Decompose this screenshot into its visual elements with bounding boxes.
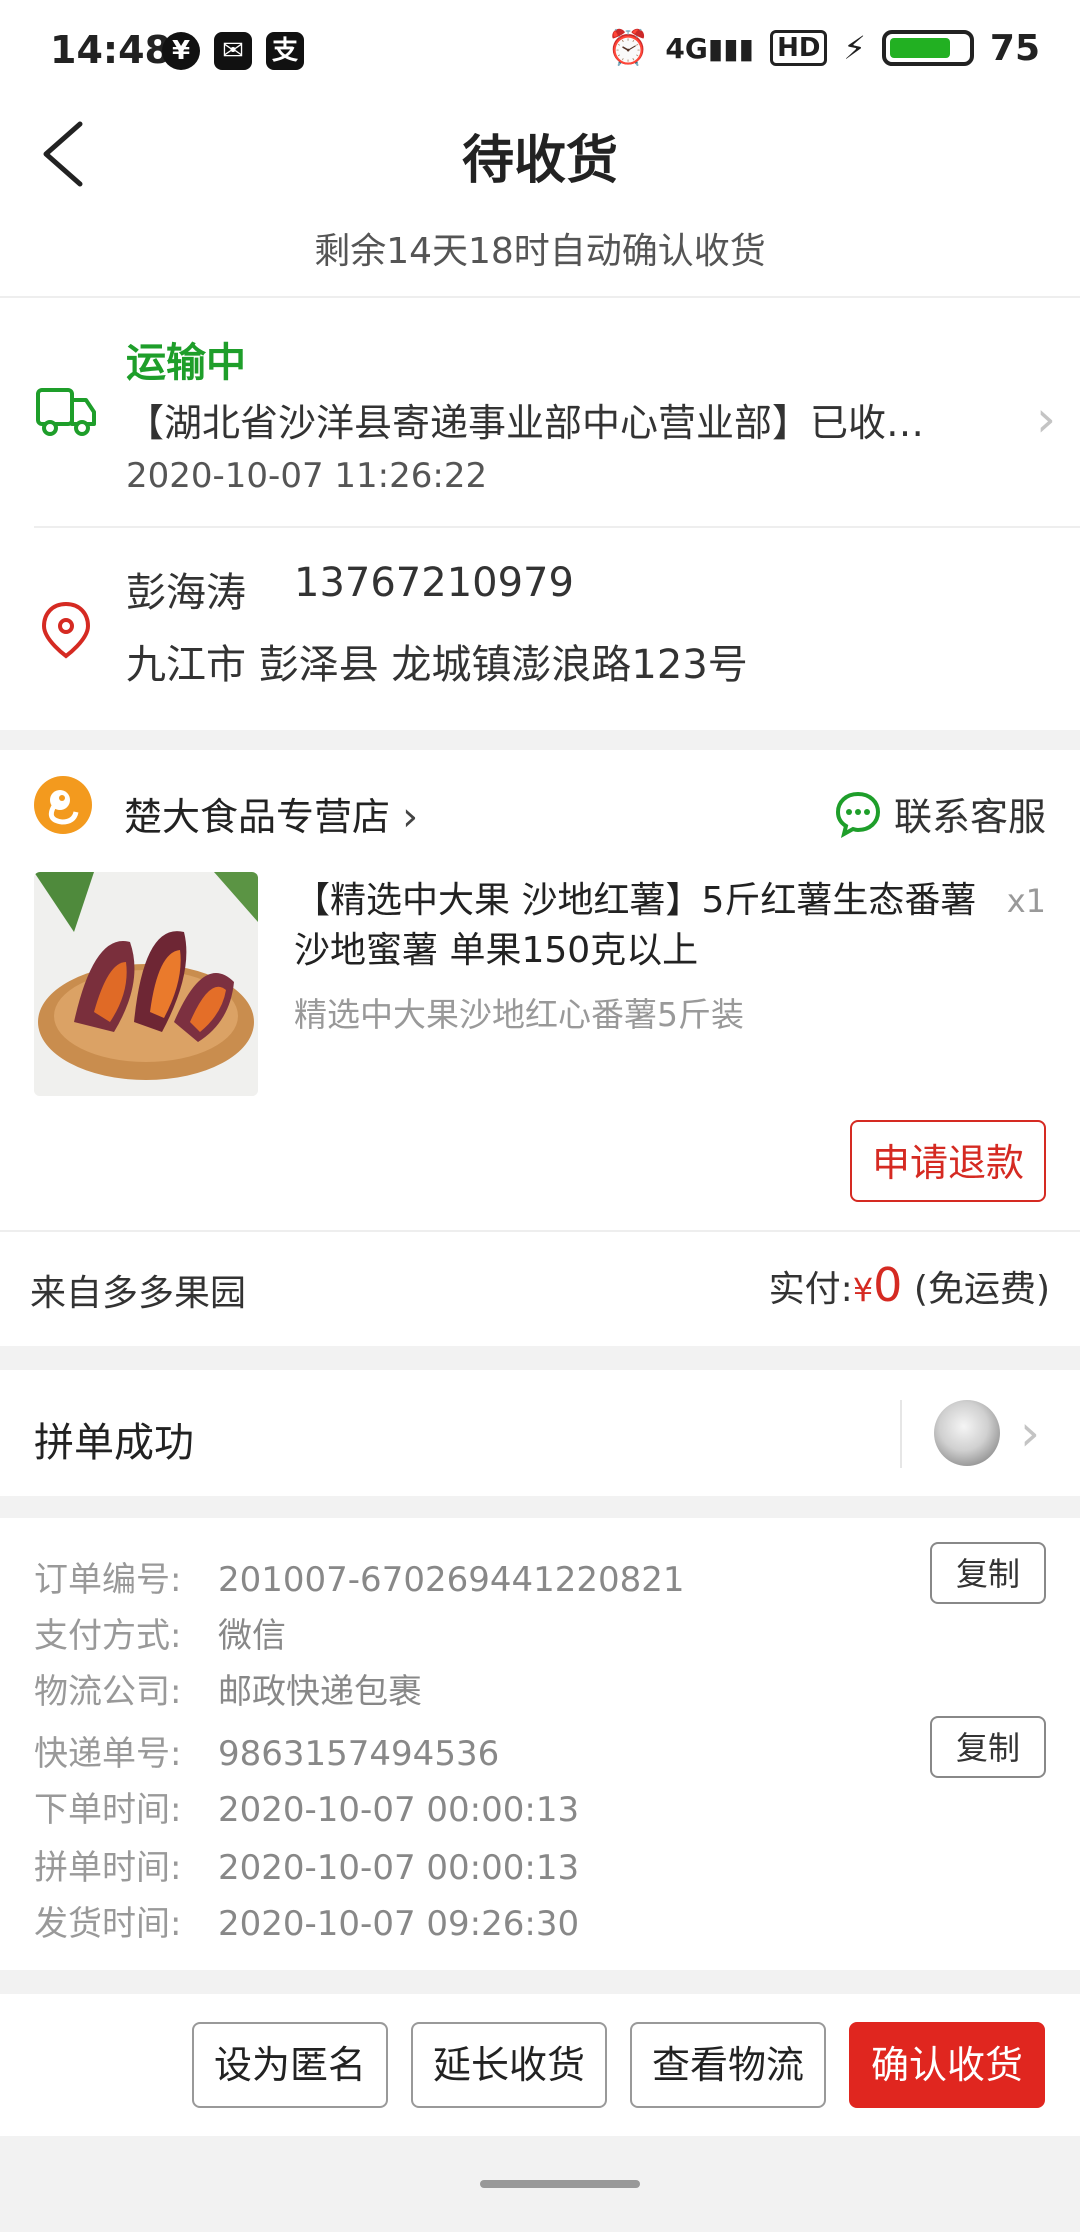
- detail-value: 2020-10-07 09:26:30: [218, 1904, 580, 1944]
- detail-value: 2020-10-07 00:00:13: [218, 1790, 580, 1830]
- set-anonymous-button[interactable]: 设为匿名: [192, 2022, 388, 2108]
- chevron-right-icon: ›: [1036, 390, 1056, 448]
- detail-value: 201007-670269441220821: [218, 1560, 685, 1600]
- detail-label: 快递单号:: [34, 1734, 182, 1774]
- detail-group-time: 拼单时间: 2020-10-07 00:00:13: [34, 1840, 579, 1889]
- home-indicator[interactable]: [480, 2180, 640, 2188]
- detail-value: 邮政快递包裹: [218, 1672, 422, 1712]
- contact-service-label: 联系客服: [893, 795, 1046, 839]
- detail-label: 发货时间:: [34, 1904, 182, 1944]
- notification-pay-icon: 支: [266, 32, 304, 70]
- contact-service-button[interactable]: 联系客服: [834, 786, 1046, 841]
- view-logistics-button[interactable]: 查看物流: [630, 2022, 826, 2108]
- sweet-potato-image: [34, 872, 258, 1096]
- avatar[interactable]: [934, 1400, 1000, 1466]
- shipping-note: (免运费): [913, 1269, 1050, 1310]
- status-time: 14:48: [50, 28, 171, 72]
- copy-tracking-number-button[interactable]: 复制: [930, 1716, 1046, 1778]
- detail-value: 2020-10-07 00:00:13: [218, 1848, 580, 1888]
- section-gap: [0, 1970, 1080, 1994]
- signal-icon: 4G▮▮▮: [665, 31, 755, 65]
- page-title: 待收货: [461, 131, 618, 191]
- store-name-label: 楚大食品专营店: [124, 795, 391, 839]
- paid-value: 0: [873, 1258, 903, 1312]
- detail-label: 下单时间:: [34, 1790, 182, 1830]
- divider: [34, 526, 1080, 528]
- divider: [0, 1230, 1080, 1232]
- request-refund-button[interactable]: 申请退款: [850, 1120, 1046, 1202]
- logistics-time: 2020-10-07 11:26:22: [126, 456, 488, 496]
- status-indicators: ⏰ 4G▮▮▮ HD ⚡ 75: [607, 26, 1040, 70]
- recipient-name: 彭海涛: [126, 570, 246, 616]
- currency-symbol: ¥: [852, 1271, 874, 1309]
- detail-value: 9863157494536: [218, 1734, 500, 1774]
- copy-order-number-button[interactable]: 复制: [930, 1542, 1046, 1604]
- product-title[interactable]: 【精选中大果 沙地红薯】5斤红薯生态番薯沙地蜜薯 单果150克以上: [294, 876, 984, 976]
- paid-amount: 实付:¥0 (免运费): [769, 1258, 1050, 1312]
- detail-payment-method: 支付方式: 微信: [34, 1608, 286, 1657]
- battery-level: 75: [989, 27, 1040, 69]
- alarm-icon: ⏰: [607, 28, 650, 68]
- store-name[interactable]: 楚大食品专营店 ›: [124, 786, 418, 841]
- section-gap: [0, 730, 1080, 750]
- chevron-right-icon: ›: [402, 794, 419, 840]
- detail-order-number: 订单编号: 201007-670269441220821: [34, 1552, 685, 1601]
- order-source: 来自多多果园: [30, 1273, 247, 1314]
- paid-label: 实付:: [768, 1269, 853, 1310]
- detail-tracking-number: 快递单号: 9863157494536: [34, 1726, 499, 1775]
- battery-icon: [881, 30, 974, 66]
- hd-icon: HD: [770, 30, 828, 66]
- product-spec: 精选中大果沙地红心番薯5斤装: [294, 995, 744, 1034]
- location-pin-icon: [41, 601, 91, 659]
- auto-confirm-countdown: 剩余14天18时自动确认收货: [314, 231, 766, 272]
- recipient-address: 九江市 彭泽县 龙城镇澎浪路123号: [126, 642, 748, 688]
- detail-order-time: 下单时间: 2020-10-07 00:00:13: [34, 1782, 579, 1831]
- group-buy-status: 拼单成功: [34, 1420, 194, 1466]
- status-bar: 14:48 ¥ ✉ 支 ⏰ 4G▮▮▮ HD ⚡ 75: [0, 0, 1080, 100]
- vertical-divider: [900, 1400, 902, 1468]
- charging-icon: ⚡: [843, 29, 866, 67]
- detail-logistics-company: 物流公司: 邮政快递包裹: [34, 1664, 422, 1713]
- store-logo: [34, 776, 92, 834]
- network-type: 4G: [665, 31, 708, 65]
- logistics-message: 【湖北省沙洋县寄递事业部中心营业部】已收…: [126, 401, 925, 445]
- section-gap: [0, 1496, 1080, 1518]
- detail-label: 拼单时间:: [34, 1848, 182, 1888]
- store-duck-icon: [48, 790, 79, 825]
- detail-value: 微信: [218, 1616, 286, 1656]
- logistics-status: 运输中: [126, 340, 246, 386]
- chat-bubble-icon: [835, 791, 880, 838]
- product-image[interactable]: [34, 872, 258, 1096]
- notification-mail-icon: ✉: [214, 32, 252, 70]
- chevron-right-icon: ›: [1020, 1404, 1040, 1462]
- detail-label: 支付方式:: [34, 1616, 182, 1656]
- extend-receipt-button[interactable]: 延长收货: [411, 2022, 607, 2108]
- detail-label: 订单编号:: [34, 1560, 182, 1600]
- detail-label: 物流公司:: [34, 1672, 182, 1712]
- truck-icon: [36, 388, 96, 436]
- detail-ship-time: 发货时间: 2020-10-07 09:26:30: [34, 1896, 579, 1945]
- product-quantity: x1: [1006, 882, 1046, 920]
- section-gap: [0, 1346, 1080, 1370]
- notification-coin-icon: ¥: [162, 32, 200, 70]
- confirm-receipt-button[interactable]: 确认收货: [849, 2022, 1045, 2108]
- recipient-phone: 13767210979: [294, 560, 574, 606]
